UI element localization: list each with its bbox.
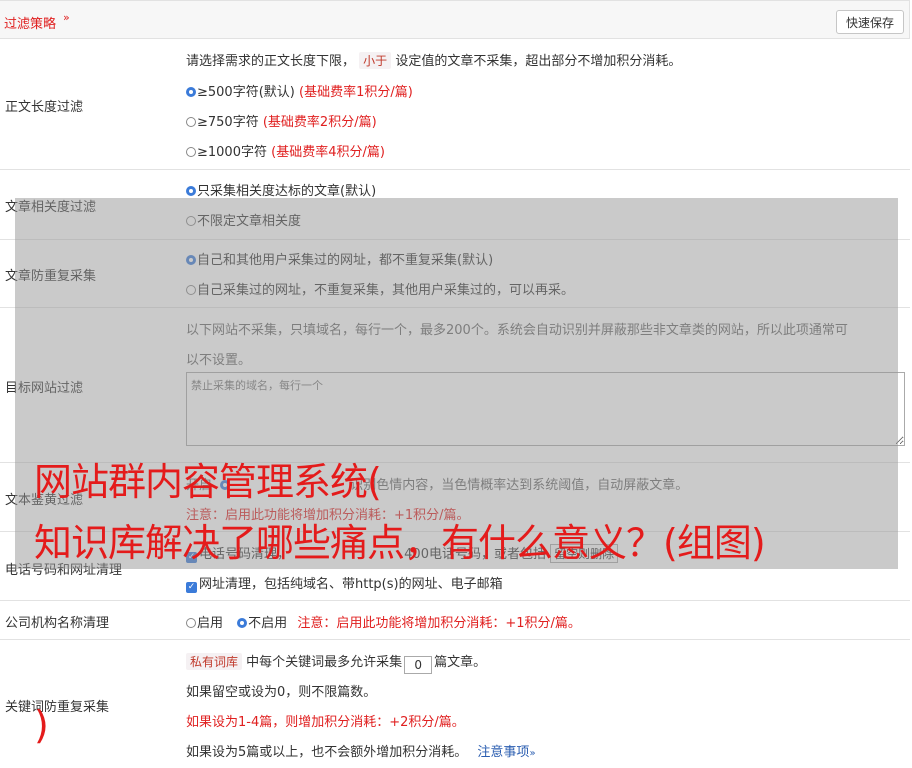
- intro-prefix: 请选择需求的正文长度下限，: [186, 54, 356, 69]
- radio-icon[interactable]: [186, 186, 196, 196]
- url-clean-text: 网址清理，包括纯域名、带http(s)的网址、电子邮箱: [199, 577, 503, 592]
- org-disable-option[interactable]: 不启用: [237, 616, 287, 631]
- intro-suffix: 设定值的文章不采集，超出部分不增加积分消耗。: [395, 54, 682, 69]
- url-clean-option[interactable]: ✓ 网址清理，包括纯域名、带http(s)的网址、电子邮箱: [186, 573, 503, 593]
- option-text: ≥500字符(默认): [197, 85, 295, 100]
- org-filter-note: 注意：启用此功能将增加积分消耗：+1积分/篇。: [297, 616, 581, 631]
- overlay-panel: [15, 198, 898, 569]
- keyword-dup-line-1: 私有词库 中每个关键词最多允许采集 0 篇文章。: [186, 651, 486, 674]
- keyword-dup-line-4: 如果设为5篇或以上，也不会额外增加积分消耗。 注意事项»: [186, 741, 536, 760]
- length-filter-label: 正文长度过滤: [5, 100, 84, 115]
- keyword-dup-end: 篇文章。: [434, 655, 487, 670]
- org-filter-options: 启用 不启用 注意：启用此功能将增加积分消耗：+1积分/篇。: [186, 612, 581, 631]
- watermark-title-line-2: 知识库解决了哪些痛点，有什么意义？(组图): [34, 521, 766, 565]
- org-filter-label: 公司机构名称清理: [5, 616, 110, 631]
- length-filter-row: 正文长度过滤 请选择需求的正文长度下限， 小于 设定值的文章不采集，超出部分不增…: [0, 39, 910, 170]
- org-filter-row: 公司机构名称清理 启用 不启用 注意：启用此功能将增加积分消耗：+1积分/篇。: [0, 601, 910, 640]
- filter-strategy-title[interactable]: 过滤策略: [4, 13, 56, 32]
- option-text: 只采集相关度达标的文章(默认): [197, 184, 377, 199]
- length-option-750[interactable]: ≥750字符 (基础费率2积分/篇): [186, 111, 377, 130]
- checkbox-icon[interactable]: ✓: [186, 582, 197, 593]
- watermark-title-line-3: ): [34, 703, 49, 747]
- relevance-option-only[interactable]: 只采集相关度达标的文章(默认): [186, 180, 376, 199]
- option-text: 不启用: [248, 616, 288, 631]
- max-articles-input[interactable]: 0: [404, 656, 433, 674]
- keyword-dup-row: 关键词防重复采集 私有词库 中每个关键词最多允许采集 0 篇文章。 如果留空或设为0…: [0, 640, 910, 768]
- filter-strategy-header: 过滤策略 » 快速保存: [0, 0, 910, 39]
- notes-link[interactable]: 注意事项»: [477, 745, 535, 760]
- keyword-dup-line-2: 如果留空或设为0，则不限篇数。: [186, 685, 377, 700]
- length-filter-intro: 请选择需求的正文长度下限， 小于 设定值的文章不采集，超出部分不增加积分消耗。: [186, 50, 681, 69]
- length-option-1000[interactable]: ≥1000字符 (基础费率4积分/篇): [186, 141, 385, 160]
- keyword-dup-mid: 中每个关键词最多允许采集: [246, 655, 403, 670]
- option-rate: (基础费率1积分/篇): [299, 85, 413, 100]
- option-text: ≥750字符: [197, 115, 259, 130]
- option-rate: (基础费率4积分/篇): [271, 145, 385, 160]
- chevron-down-icon[interactable]: »: [63, 11, 70, 24]
- option-rate: (基础费率2积分/篇): [262, 115, 377, 130]
- option-text: ≥1000字符: [197, 145, 267, 160]
- chevron-down-icon: »: [529, 748, 536, 759]
- keyword-dup-line-3: 如果设为1-4篇，则增加积分消耗：+2积分/篇。: [186, 715, 465, 730]
- keyword-dup-line-4-text: 如果设为5篇或以上，也不会额外增加积分消耗。: [186, 745, 468, 760]
- private-lexicon-tag[interactable]: 私有词库: [186, 653, 243, 670]
- radio-icon[interactable]: [237, 618, 248, 628]
- radio-icon[interactable]: [186, 87, 196, 97]
- quick-save-button[interactable]: 快速保存: [836, 10, 904, 34]
- option-text: 启用: [197, 616, 224, 631]
- radio-icon[interactable]: [186, 618, 196, 628]
- radio-icon[interactable]: [186, 117, 196, 127]
- radio-icon[interactable]: [186, 147, 196, 157]
- org-enable-option[interactable]: 启用: [186, 616, 223, 631]
- notes-link-text: 注意事项: [477, 745, 530, 760]
- length-option-500[interactable]: ≥500字符(默认) (基础费率1积分/篇): [186, 81, 413, 100]
- less-than-tag: 小于: [359, 52, 392, 69]
- watermark-title-line-1: 网站群内容管理系统(: [34, 460, 382, 504]
- keyword-dup-label: 关键词防重复采集: [5, 700, 110, 715]
